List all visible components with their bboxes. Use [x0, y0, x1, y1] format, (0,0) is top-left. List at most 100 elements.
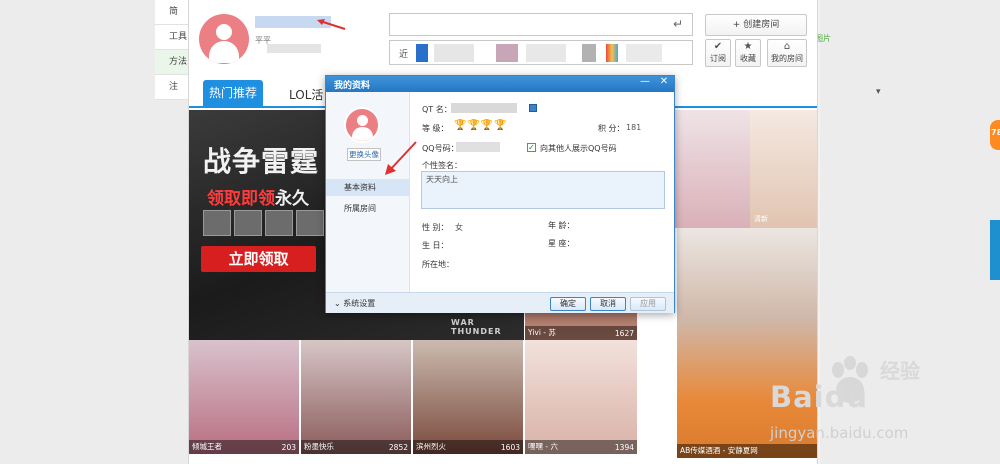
recent-room-tiles [416, 44, 666, 62]
check-icon: ✔ [713, 41, 723, 52]
banner-subtitle-white: 永久 [275, 189, 309, 209]
star-icon: ★ [743, 41, 753, 52]
qt-name-value-blurred [451, 103, 517, 113]
room-name: 滨州烈火 [416, 442, 446, 451]
change-avatar-button[interactable]: 更换头像 [347, 148, 381, 161]
level-trophy-icon: 🏆🏆🏆🏆 [454, 120, 508, 131]
qt-name-label: QT 名： [422, 105, 452, 114]
room-name: 嘿嘿 - 六 [528, 442, 558, 451]
profile-avatar [344, 107, 380, 143]
subscribe-button[interactable]: ✔ 订阅 [705, 39, 731, 67]
profile-dialog: 我的资料 — ✕ 更换头像 基本资料 所属房间 QT 名： 等 级： 🏆🏆🏆🏆 … [325, 75, 675, 313]
room-viewer-count: 2852 [388, 443, 408, 452]
my-room-button[interactable]: ⌂ 我的房间 [767, 39, 807, 67]
room-thumbnail[interactable]: 嘿嘿 - 六 1394 [525, 340, 637, 454]
room-name: 倾城王者 [192, 442, 222, 451]
sidebar-item-basic-info[interactable]: 基本资料 [326, 179, 410, 196]
banner-thumb [234, 210, 262, 236]
constellation-label: 星 座： [548, 239, 575, 248]
room-name: 清新 [754, 215, 768, 223]
recent-room-tile[interactable] [416, 44, 428, 62]
dialog-titlebar[interactable]: 我的资料 — ✕ [326, 76, 674, 92]
banner-claim-button[interactable]: 立即领取 [201, 246, 316, 272]
room-name: 粉墨快乐 [304, 442, 334, 451]
age-label: 年 龄： [548, 221, 575, 230]
show-qq-label[interactable]: 向其他人展示QQ号码 [540, 143, 617, 154]
recent-room-tile[interactable] [434, 44, 474, 62]
room-viewer-count: 1394 [614, 443, 634, 452]
recent-room-tile[interactable] [526, 44, 566, 62]
room-viewer-count: 203 [281, 443, 296, 452]
right-float-badge-label: 78 [991, 128, 1000, 137]
subscribe-label: 订阅 [710, 54, 726, 63]
banner-subtitle-red: 领取即领 [207, 189, 275, 209]
banner-thumb [265, 210, 293, 236]
tab-hot-recommend[interactable]: 热门推荐 [203, 80, 263, 106]
room-thumbnail[interactable]: 清新 [750, 110, 817, 228]
enter-icon[interactable]: ↵ [673, 17, 683, 31]
system-settings-link[interactable]: ⌄ 系统设置 [334, 298, 375, 309]
banner-thumbnails [203, 210, 327, 238]
signature-label: 个性签名： [422, 161, 462, 170]
banner-subtitle: 领取即领永久 [207, 184, 309, 209]
recent-room-tile[interactable] [496, 44, 518, 62]
recent-room-tile[interactable] [582, 44, 596, 62]
right-side-tab[interactable] [990, 220, 1000, 280]
qq-label: QQ号码： [422, 144, 459, 153]
left-nav-item[interactable]: 简 [155, 0, 190, 25]
room-thumbnail[interactable]: 粉墨快乐 2852 [301, 340, 411, 454]
user-sub-blurred [267, 44, 321, 53]
system-settings-label: 系统设置 [343, 299, 376, 308]
annotation-arrow-icon [317, 19, 346, 30]
banner-thumb [296, 210, 324, 236]
user-avatar[interactable] [199, 14, 249, 64]
location-label: 所在地： [422, 260, 454, 269]
banner-thumb [203, 210, 231, 236]
sidebar-item-my-room[interactable]: 所属房间 [326, 200, 410, 217]
tab-lol[interactable]: LOL活 [289, 86, 323, 103]
create-room-button[interactable]: + 创建房间 [705, 14, 807, 36]
recent-room-tile[interactable] [626, 44, 662, 62]
watermark-url: jingyan.baidu.com [770, 424, 909, 442]
left-nav-item[interactable]: 注 [155, 75, 190, 100]
left-nav: 简 工具 方法 注 [155, 0, 190, 100]
gender-value: 女 [455, 223, 463, 232]
signature-textarea[interactable]: 天天向上 [421, 171, 665, 209]
show-qq-checkbox[interactable]: ✓ [527, 143, 536, 152]
room-viewer-count: 1627 [614, 329, 634, 338]
dialog-title: 我的资料 [334, 81, 371, 91]
search-input[interactable] [389, 13, 693, 36]
room-viewer-count: 1603 [500, 443, 520, 452]
room-name: AB传媒酒酒 - 安静夏网 [680, 446, 758, 455]
recent-label: 近 [399, 50, 409, 60]
room-name: Yivi - 苏 [528, 328, 556, 337]
level-label: 等 级： [422, 124, 449, 133]
left-nav-item-active[interactable]: 方法 [155, 50, 190, 75]
qq-value-blurred [456, 142, 500, 152]
home-icon: ⌂ [783, 41, 791, 52]
cancel-button[interactable]: 取消 [590, 297, 626, 311]
left-nav-item[interactable]: 工具 [155, 25, 190, 50]
banner-title: 战争雷霆 [203, 145, 320, 178]
favorite-button[interactable]: ★ 收藏 [735, 39, 761, 67]
score-label: 积 分： [598, 124, 625, 133]
annotation-arrow-icon [385, 141, 417, 175]
score-value: 181 [626, 123, 642, 132]
apply-button[interactable]: 应用 [630, 297, 666, 311]
recent-rooms-box[interactable]: 近 ▾ [389, 40, 881, 97]
birthday-label: 生 日： [422, 241, 449, 250]
watermark-text: Baidu [770, 380, 869, 414]
minimize-icon[interactable]: — [638, 76, 652, 92]
ok-button[interactable]: 确定 [550, 297, 586, 311]
edit-icon[interactable] [529, 104, 537, 112]
dialog-sidebar: 更换头像 基本资料 所属房间 [326, 92, 417, 292]
chevron-down-icon[interactable]: ▾ [876, 87, 881, 97]
close-icon[interactable]: ✕ [656, 76, 672, 92]
my-room-label: 我的房间 [771, 54, 803, 63]
gender-label: 性 别： [422, 223, 449, 232]
room-thumbnail[interactable]: 倾城王者 203 [189, 340, 299, 454]
watermark-text-cn: 经验 [880, 359, 920, 383]
recent-room-tile[interactable] [606, 44, 618, 62]
favorite-label: 收藏 [740, 54, 756, 63]
room-thumbnail[interactable]: 滨州烈火 1603 [413, 340, 523, 454]
